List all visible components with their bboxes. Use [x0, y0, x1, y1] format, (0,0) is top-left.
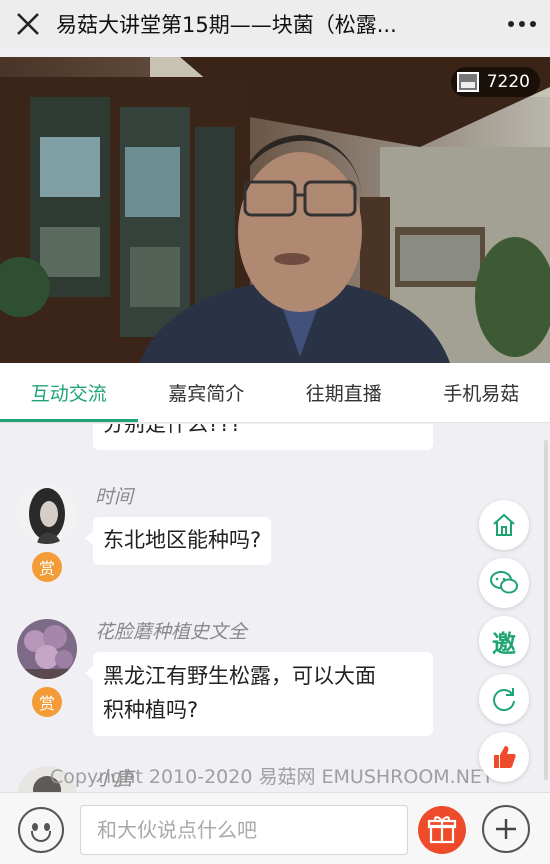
- add-button[interactable]: [482, 805, 530, 853]
- gift-icon: [427, 816, 457, 844]
- tab-mobile-yigu[interactable]: 手机易菇: [413, 363, 550, 422]
- home-icon: [493, 513, 515, 536]
- copyright-watermark: Copyright 2010-2020 易菇网 EMUSHROOM.NET: [50, 766, 494, 788]
- tab-bar: 互动交流 嘉宾简介 往期直播 手机易菇: [0, 363, 550, 423]
- viewer-count: 7220: [486, 72, 530, 92]
- wechat-icon: [490, 571, 518, 594]
- chat-message-text: 黑龙江有野生松露，可以大面: [103, 664, 376, 688]
- home-button[interactable]: [479, 500, 529, 550]
- chat-username: 时间: [95, 486, 134, 508]
- live-video[interactable]: 7220: [0, 57, 550, 363]
- invite-button[interactable]: 邀: [479, 616, 529, 666]
- refresh-icon: [493, 688, 515, 712]
- chat-message-partial: 分别是什么???: [93, 424, 433, 450]
- tab-past-lives[interactable]: 往期直播: [275, 363, 413, 422]
- more-icon[interactable]: [494, 0, 550, 48]
- page-title: 易菇大讲堂第15期——块菌（松露...: [56, 13, 397, 37]
- chat-message: 东北地区能种吗?: [84, 517, 272, 565]
- top-bar: 易菇大讲堂第15期——块菌（松露...: [0, 0, 550, 48]
- chat-message-text: 东北地区能种吗?: [103, 528, 262, 552]
- tab-guest-intro[interactable]: 嘉宾简介: [138, 363, 276, 422]
- emoji-icon[interactable]: [18, 807, 64, 853]
- bottom-input-bar: [0, 792, 550, 864]
- chat-scrollbar[interactable]: [544, 440, 548, 780]
- chat-list[interactable]: 分别是什么??? 赏 时间 东北地区能种吗? 赏 花脸蘑种植史文全 黑龙江有野生…: [0, 424, 550, 792]
- reward-badge[interactable]: 赏: [32, 552, 62, 582]
- message-input[interactable]: [80, 805, 408, 855]
- thumbs-up-icon: [494, 746, 516, 768]
- chat-message-text: 分别是什么???: [103, 424, 242, 436]
- like-button[interactable]: [479, 732, 529, 782]
- wechat-share-button[interactable]: [479, 558, 529, 608]
- reward-badge[interactable]: 赏: [32, 687, 62, 717]
- plus-icon: [496, 819, 516, 839]
- live-page: 易菇大讲堂第15期——块菌（松露... 7220 互动交流 嘉宾简介 往期直播 …: [0, 0, 550, 864]
- viewer-count-badge: 7220: [450, 67, 540, 97]
- close-icon[interactable]: [0, 0, 56, 48]
- avatar[interactable]: [17, 619, 77, 679]
- chat-message-text: 积种植吗?: [103, 698, 199, 722]
- avatar[interactable]: [17, 484, 77, 544]
- image-icon: [456, 72, 479, 92]
- gift-button[interactable]: [418, 806, 466, 854]
- chat-username: 花脸蘑种植史文全: [95, 621, 248, 643]
- chat-message: 黑龙江有野生松露，可以大面 积种植吗?: [85, 652, 433, 736]
- refresh-button[interactable]: [479, 674, 529, 724]
- tab-interaction[interactable]: 互动交流: [0, 363, 138, 422]
- video-frame-image: [0, 57, 550, 363]
